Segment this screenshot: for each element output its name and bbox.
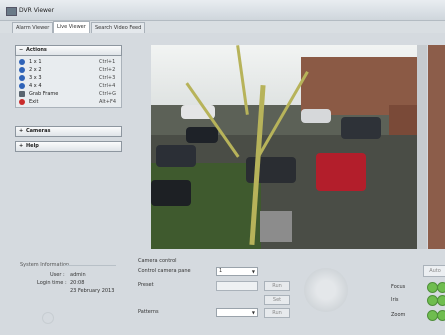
video-overlay-box [260,211,292,242]
zoom-plus-button[interactable] [437,310,445,321]
user-value: admin [70,272,86,278]
video-car [341,117,381,139]
control-pane-label: Control camera pane [138,268,191,274]
pattern-run-button[interactable]: Run [264,308,290,318]
patterns-label: Patterns [138,309,159,315]
tab-alarm-viewer[interactable]: Alarm Viewer [12,22,54,33]
camera-control-panel: Camera control Control camera pane 1 ▼ P… [138,256,445,335]
layout-2x2-icon [19,67,25,73]
expand-icon: + [19,128,24,134]
video-car [186,127,218,143]
login-date: 23 February 2013 [70,288,115,294]
grab-frame-icon [19,91,25,97]
video-lawn [151,163,261,249]
layout-4x4-icon [19,83,25,89]
actions-title: Actions [26,47,47,53]
ptz-joystick[interactable] [304,268,348,312]
cameras-section: + Cameras [15,126,122,137]
app-icon [6,7,17,16]
actions-header[interactable]: − Actions [15,45,122,56]
focus-plus-button[interactable] [437,282,445,293]
help-section: + Help [15,141,122,152]
chevron-down-icon: ▼ [251,310,255,315]
video-car-red [316,153,366,191]
control-pane-value: 1 [219,268,223,274]
help-header[interactable]: + Help [15,141,122,152]
patterns-select[interactable]: ▼ [216,308,258,317]
exit-icon [19,99,25,105]
preset-set-button[interactable]: Set [264,295,290,305]
divider [64,265,116,266]
login-time-value: 20:08 [70,280,85,286]
adjacent-video-feed[interactable] [428,45,445,249]
action-label: Exit [29,99,39,105]
video-car [301,109,331,123]
actions-list: 1 x 1 Ctrl+1 2 x 2 Ctrl+2 3 x 3 Ctrl+3 4… [15,56,122,108]
collapse-icon: − [19,47,24,53]
focus-label: Focus [391,284,406,290]
chevron-down-icon: ▼ [251,269,255,274]
action-shortcut: Alt+F4 [99,99,117,105]
preset-field[interactable] [216,281,258,291]
title-bar: DVR Viewer [0,0,445,21]
iris-label: Iris [391,297,399,303]
preset-run-button[interactable]: Run [264,281,290,291]
help-title: Help [26,143,39,149]
auto-button[interactable]: Auto [423,265,445,277]
camera-control-title: Camera control [138,258,177,264]
video-scrollbar[interactable] [417,45,427,249]
control-pane-select[interactable]: 1 ▼ [216,267,258,276]
video-car [151,180,191,206]
expand-icon: + [19,143,24,149]
login-time-label: Login time : [37,280,67,286]
actions-section: − Actions 1 x 1 Ctrl+1 2 x 2 Ctrl+2 3 x … [15,45,122,108]
zoom-label: Zoom [391,312,406,318]
cameras-title: Cameras [26,128,51,134]
window-title: DVR Viewer [19,7,55,14]
preset-label: Preset [138,282,154,288]
iris-plus-button[interactable] [437,295,445,306]
action-exit[interactable]: Exit Alt+F4 [16,98,121,107]
tab-live-viewer[interactable]: Live Viewer [53,21,90,33]
system-information: System Information User : admin Login ti… [20,262,120,332]
tab-search-video-feed[interactable]: Search Video Feed [91,22,146,33]
tab-bar: Alarm Viewer Live Viewer Search Video Fe… [0,21,445,33]
layout-3x3-icon [19,75,25,81]
company-logo-icon [42,312,54,324]
layout-1x1-icon [19,59,25,65]
cameras-header[interactable]: + Cameras [15,126,122,137]
video-car [156,145,196,167]
user-label: User : [50,272,65,278]
live-video-feed[interactable] [151,45,417,249]
